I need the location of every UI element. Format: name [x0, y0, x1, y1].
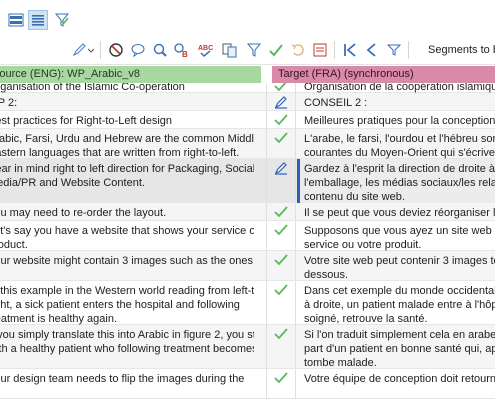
confirmed-status-icon [266, 251, 296, 280]
prev-segment-icon[interactable] [362, 40, 382, 60]
edited-status-icon [266, 159, 296, 202]
segment-row[interactable]: Bear in mind right to left direction for… [0, 159, 495, 204]
target-cell[interactable]: Dans cet exemple du monde occidental, qu… [300, 281, 495, 326]
edited-status-icon [266, 93, 296, 110]
source-cell: Best practices for Right-to-Left design [0, 115, 173, 127]
confirmed-status-icon [266, 369, 296, 398]
view-horizontal-icon[interactable] [6, 10, 26, 30]
no-entry-icon[interactable] [106, 40, 126, 60]
segment-row[interactable]: Your design team needs to flip the image… [0, 369, 495, 399]
toolbar-divider [100, 41, 101, 59]
toolbar-divider-3 [408, 41, 409, 59]
svg-text:ABC: ABC [198, 45, 213, 52]
segment-status-icon[interactable] [310, 40, 330, 60]
confirmed-status-icon [266, 83, 296, 92]
target-cell[interactable]: Supposons que vous ayez un site web qui … [300, 221, 495, 252]
confirmed-status-icon [266, 129, 296, 158]
segment-row[interactable]: In this example in the Western world rea… [0, 281, 495, 325]
segment-row[interactable]: TIP 2: CONSEIL 2 : [0, 93, 495, 111]
edit-toolbar: B ABC [0, 36, 495, 65]
segment-row[interactable]: You may need to re-order the layout. Il s… [0, 203, 495, 221]
comment-icon[interactable] [128, 40, 148, 60]
spellcheck-icon[interactable]: ABC [196, 40, 216, 60]
source-cell: Let's say you have a website that shows … [0, 225, 254, 251]
target-cell[interactable]: Votre site web peut contenir 3 images te… [300, 251, 495, 282]
undo-confirm-icon[interactable] [288, 40, 308, 60]
segment-row[interactable]: If you simply translate this into Arabic… [0, 325, 495, 369]
segment-filter-dropdown[interactable]: Segments to be [428, 41, 495, 59]
target-cell[interactable]: Votre équipe de conception doit retourne… [300, 369, 495, 386]
source-cell: Your website might contain 3 images such… [0, 255, 253, 267]
toolbar-divider-2 [334, 41, 335, 59]
source-cell: TIP 2: [0, 97, 18, 109]
target-column-header: Target (FRA) (synchronous) [272, 66, 495, 83]
source-cell: Arabic, Farsi, Urdu and Hebrew are the c… [0, 133, 254, 159]
confirmed-status-icon [266, 221, 296, 250]
find-icon[interactable] [150, 40, 170, 60]
find-replace-icon[interactable]: B [172, 40, 192, 60]
confirmed-status-icon [266, 325, 296, 368]
pen-dropdown-icon[interactable] [70, 40, 96, 60]
funnel-icon[interactable] [384, 40, 404, 60]
segment-row[interactable]: Organisation of the Islamic Co-operation… [0, 83, 495, 93]
confirm-icon[interactable] [266, 40, 286, 60]
target-cell[interactable]: Si l'on traduit simplement cela en arabe… [300, 325, 495, 370]
source-cell: Your design team needs to flip the image… [0, 373, 245, 385]
source-cell: You may need to re-order the layout. [0, 207, 167, 219]
segment-grid: Organisation of the Islamic Co-operation… [0, 83, 495, 400]
segment-row[interactable]: Best practices for Right-to-Left design M… [0, 111, 495, 129]
source-cell: If you simply translate this into Arabic… [0, 329, 254, 355]
source-column-header: Source (ENG): WP_Arabic_v8 [0, 66, 261, 83]
filter-segments-icon[interactable] [244, 40, 264, 60]
target-cell[interactable]: Gardez à l'esprit la direction de droite… [297, 159, 495, 204]
view-vertical-icon[interactable] [28, 10, 48, 30]
view-toolbar [0, 0, 495, 36]
target-cell[interactable]: Il se peut que vous deviez réorganiser l… [300, 203, 495, 220]
copy-source-icon[interactable] [220, 40, 240, 60]
segment-row[interactable]: Your website might contain 3 images such… [0, 251, 495, 281]
target-cell[interactable]: Meilleures pratiques pour la conception … [300, 111, 495, 128]
confirmed-status-icon [266, 281, 296, 324]
confirmed-status-icon [266, 203, 296, 220]
view-filter-icon[interactable] [52, 10, 72, 30]
confirmed-status-icon [266, 111, 296, 128]
target-cell[interactable]: L'arabe, le farsi, l'ourdou et l'hébreu … [300, 129, 495, 160]
target-cell[interactable]: CONSEIL 2 : [300, 93, 495, 110]
segment-row[interactable]: Let's say you have a website that shows … [0, 221, 495, 251]
source-cell: In this example in the Western world rea… [0, 285, 254, 325]
first-segment-icon[interactable] [340, 40, 360, 60]
source-cell: Bear in mind right to left direction for… [0, 163, 254, 189]
svg-text:B: B [182, 50, 188, 58]
segment-row[interactable]: Arabic, Farsi, Urdu and Hebrew are the c… [0, 129, 495, 159]
